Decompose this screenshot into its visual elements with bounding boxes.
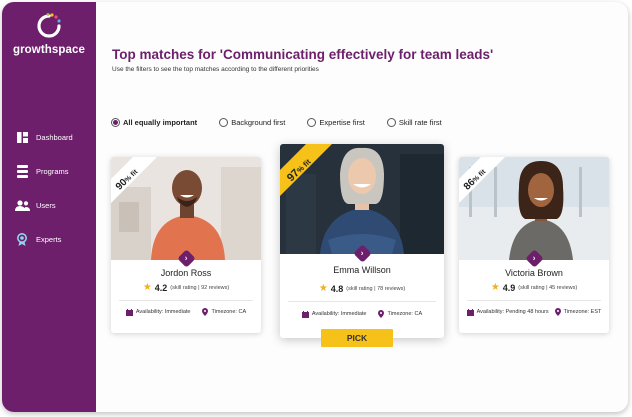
availability-text: Availability: Pending 48 hours bbox=[476, 309, 549, 315]
fit-ribbon: 90% fit bbox=[111, 157, 161, 207]
chevron-right-icon: › bbox=[361, 248, 364, 258]
rating-value: 4.8 bbox=[330, 283, 344, 294]
timezone-info: Timezone: CA bbox=[202, 308, 246, 316]
experts-icon bbox=[14, 231, 30, 247]
expert-rating: ★ 4.2 (skill rating | 92 reviews) bbox=[111, 282, 261, 293]
filter-label: All equally important bbox=[123, 118, 198, 127]
radio-button[interactable] bbox=[219, 118, 229, 127]
filter-label: Skill rate first bbox=[398, 118, 442, 127]
page-subtitle: Use the filters to see the top matches a… bbox=[112, 66, 319, 73]
sidebar-item-experts[interactable]: Experts bbox=[2, 222, 96, 256]
filter-all-equally-important[interactable]: All equally important bbox=[111, 118, 197, 127]
expert-card[interactable]: 90% fit › Jordon Ross ★ 4.2 (skill ratin… bbox=[111, 157, 261, 333]
radio-button[interactable] bbox=[386, 118, 396, 127]
radio-button[interactable] bbox=[111, 118, 120, 127]
expert-card[interactable]: 86% fit › Victoria Brown ★ 4.9 (skill ra… bbox=[459, 157, 609, 333]
priority-filters: All equally important Background first E… bbox=[111, 118, 464, 127]
timezone-text: Timezone: CA bbox=[211, 309, 247, 315]
rating-detail: (skill rating | 92 reviews) bbox=[170, 284, 230, 291]
sidebar-item-programs[interactable]: Programs bbox=[2, 154, 96, 188]
calendar-icon bbox=[466, 308, 474, 316]
star-icon: ★ bbox=[490, 282, 500, 293]
card-divider bbox=[467, 300, 601, 301]
sidebar-item-label: Experts bbox=[36, 234, 62, 244]
sidebar-nav: Dashboard Programs Users Experts bbox=[2, 120, 96, 256]
programs-icon bbox=[14, 163, 30, 179]
fit-ribbon: 86% fit bbox=[459, 157, 509, 207]
expert-name: Emma Willson bbox=[333, 265, 391, 275]
availability-info: Availability: Pending 48 hours bbox=[466, 308, 549, 316]
brand-name: growthspace bbox=[12, 44, 86, 56]
fit-ribbon: 97% fit bbox=[280, 144, 340, 204]
expert-meta: Availability: Immediate Timezone: CA bbox=[280, 310, 444, 318]
radio-button[interactable] bbox=[307, 118, 317, 127]
filter-expertise-first[interactable]: Expertise first bbox=[307, 118, 365, 127]
rating-detail: (skill rating | 78 reviews) bbox=[346, 285, 406, 292]
expert-meta: Availability: Pending 48 hours Timezone:… bbox=[459, 308, 609, 316]
rating-detail: (skill rating | 45 reviews) bbox=[518, 284, 578, 291]
growthspace-logo-icon bbox=[37, 13, 61, 38]
expert-name: Victoria Brown bbox=[505, 268, 563, 278]
chevron-right-icon: › bbox=[533, 253, 536, 263]
page-title: Top matches for 'Communicating effective… bbox=[112, 47, 494, 62]
availability-text: Availability: Immediate bbox=[135, 309, 191, 315]
sidebar-item-label: Programs bbox=[36, 166, 69, 176]
sidebar-item-dashboard[interactable]: Dashboard bbox=[2, 120, 96, 154]
sidebar-item-label: Dashboard bbox=[36, 132, 73, 142]
expert-rating: ★ 4.8 (skill rating | 78 reviews) bbox=[280, 283, 444, 294]
rating-value: 4.9 bbox=[502, 282, 516, 293]
expert-name: Jordon Ross bbox=[160, 268, 212, 278]
star-icon: ★ bbox=[142, 282, 152, 293]
availability-info: Availability: Immediate bbox=[301, 310, 367, 318]
expert-card-featured[interactable]: 97% fit › Emma Willson ★ 4.8 (skill rati… bbox=[280, 144, 444, 338]
filter-label: Background first bbox=[231, 118, 286, 127]
dashboard-icon bbox=[14, 129, 30, 145]
rating-value: 4.2 bbox=[154, 282, 168, 293]
timezone-info: Timezone: EST bbox=[554, 308, 602, 316]
star-icon: ★ bbox=[318, 283, 328, 294]
main-content: Top matches for 'Communicating effective… bbox=[96, 2, 628, 412]
calendar-icon bbox=[125, 308, 133, 316]
users-icon bbox=[14, 197, 30, 213]
chevron-right-icon: › bbox=[185, 253, 188, 263]
card-divider bbox=[288, 301, 436, 302]
availability-info: Availability: Immediate bbox=[125, 308, 191, 316]
sidebar-item-users[interactable]: Users bbox=[2, 188, 96, 222]
filter-label: Expertise first bbox=[319, 118, 365, 127]
filter-background-first[interactable]: Background first bbox=[219, 118, 285, 127]
filter-skill-rate-first[interactable]: Skill rate first bbox=[386, 118, 442, 127]
location-pin-icon bbox=[202, 308, 209, 316]
card-divider bbox=[119, 300, 253, 301]
expert-rating: ★ 4.9 (skill rating | 45 reviews) bbox=[459, 282, 609, 293]
sidebar-item-label: Users bbox=[36, 200, 56, 210]
pick-button[interactable]: PICK bbox=[321, 329, 393, 347]
sidebar: growthspace Dashboard Programs Users Exp… bbox=[2, 2, 96, 412]
availability-text: Availability: Immediate bbox=[311, 311, 367, 317]
timezone-text: Timezone: EST bbox=[563, 309, 602, 315]
expert-meta: Availability: Immediate Timezone: CA bbox=[111, 308, 261, 316]
timezone-text: Timezone: CA bbox=[387, 311, 423, 317]
location-pin-icon bbox=[554, 308, 561, 316]
timezone-info: Timezone: CA bbox=[378, 310, 422, 318]
brand-logo: growthspace bbox=[2, 12, 96, 56]
location-pin-icon bbox=[378, 310, 385, 318]
calendar-icon bbox=[301, 310, 309, 318]
app-window: growthspace Dashboard Programs Users Exp… bbox=[2, 2, 628, 412]
